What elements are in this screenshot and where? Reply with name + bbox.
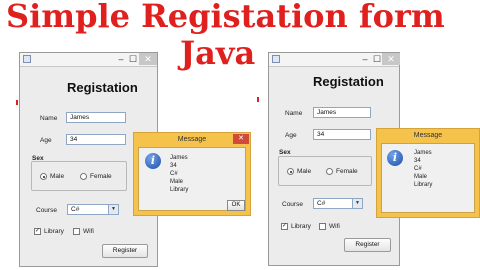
dialog-body: i James 34 C# Male Library [381, 143, 475, 213]
register-button[interactable]: Register [102, 244, 148, 258]
message-line: 34 [170, 163, 177, 169]
minimize-button[interactable]: – [359, 53, 371, 65]
library-checkbox[interactable]: ✓ [34, 228, 41, 235]
register-button[interactable]: Register [344, 238, 391, 252]
ok-button[interactable]: OK [227, 200, 245, 211]
message-line: 34 [414, 158, 421, 164]
page-title-line2: Java [180, 34, 256, 72]
java-app-icon [272, 55, 280, 63]
message-dialog: Message ✕ i James 34 C# Male Library OK [133, 132, 251, 216]
name-label: Name [40, 115, 58, 122]
form-heading: Registation [313, 74, 384, 89]
library-checkbox[interactable]: ✓ [281, 223, 288, 230]
message-line: Library [170, 187, 189, 193]
course-value: C# [317, 200, 326, 207]
male-label: Male [50, 173, 65, 180]
male-radio[interactable] [40, 173, 47, 180]
sex-group: Male Female [31, 161, 127, 191]
name-label: Name [285, 110, 303, 117]
dialog-close-button[interactable]: ✕ [233, 134, 249, 144]
message-line: Male [170, 179, 184, 185]
course-label: Course [282, 201, 303, 208]
course-label: Course [36, 207, 57, 214]
close-button[interactable]: ✕ [382, 53, 400, 65]
message-line: C# [414, 166, 422, 172]
info-icon: i [387, 150, 403, 166]
female-label: Female [336, 168, 358, 175]
message-line: James [170, 155, 188, 161]
female-radio[interactable] [326, 168, 333, 175]
age-field[interactable]: 34 [313, 129, 371, 140]
library-label: Library [291, 223, 311, 230]
female-radio[interactable] [80, 173, 87, 180]
age-label: Age [40, 137, 52, 144]
sex-group: Male Female [278, 156, 372, 186]
wifi-label: Wifi [329, 223, 340, 230]
message-line: C# [170, 171, 178, 177]
dialog-body: i James 34 C# Male Library OK [138, 147, 246, 211]
maximize-button[interactable]: ☐ [127, 53, 139, 65]
page-title-line1: Simple Registation form [6, 0, 445, 35]
dialog-title: Message [413, 132, 443, 139]
info-icon: i [145, 153, 161, 169]
java-app-icon [23, 55, 31, 63]
wifi-label: Wifi [83, 228, 94, 235]
course-select[interactable]: C# ▼ [313, 198, 363, 209]
course-value: C# [71, 206, 80, 213]
chevron-down-icon[interactable]: ▼ [108, 205, 118, 214]
course-select[interactable]: C# ▼ [67, 204, 119, 215]
wifi-checkbox[interactable] [319, 223, 326, 230]
sex-label: Sex [279, 149, 291, 156]
library-label: Library [44, 228, 64, 235]
window-titlebar[interactable]: – ☐ ✕ [269, 53, 400, 67]
red-marker [16, 100, 18, 105]
message-dialog: Message i James 34 C# Male Library [376, 128, 480, 218]
close-button[interactable]: ✕ [139, 53, 157, 65]
message-line: Library [414, 182, 433, 188]
male-radio[interactable] [287, 168, 294, 175]
window-titlebar[interactable]: – ☐ ✕ [20, 53, 157, 67]
red-marker [257, 97, 259, 102]
age-field[interactable]: 34 [66, 134, 126, 145]
name-field[interactable]: James [66, 112, 126, 123]
wifi-checkbox[interactable] [73, 228, 80, 235]
male-label: Male [297, 168, 312, 175]
form-heading: Registation [67, 80, 138, 95]
female-label: Female [90, 173, 112, 180]
message-line: Male [414, 174, 428, 180]
message-line: James [414, 150, 432, 156]
name-field[interactable]: James [313, 107, 371, 118]
minimize-button[interactable]: – [115, 53, 127, 65]
chevron-down-icon[interactable]: ▼ [352, 199, 362, 208]
age-label: Age [285, 132, 297, 139]
